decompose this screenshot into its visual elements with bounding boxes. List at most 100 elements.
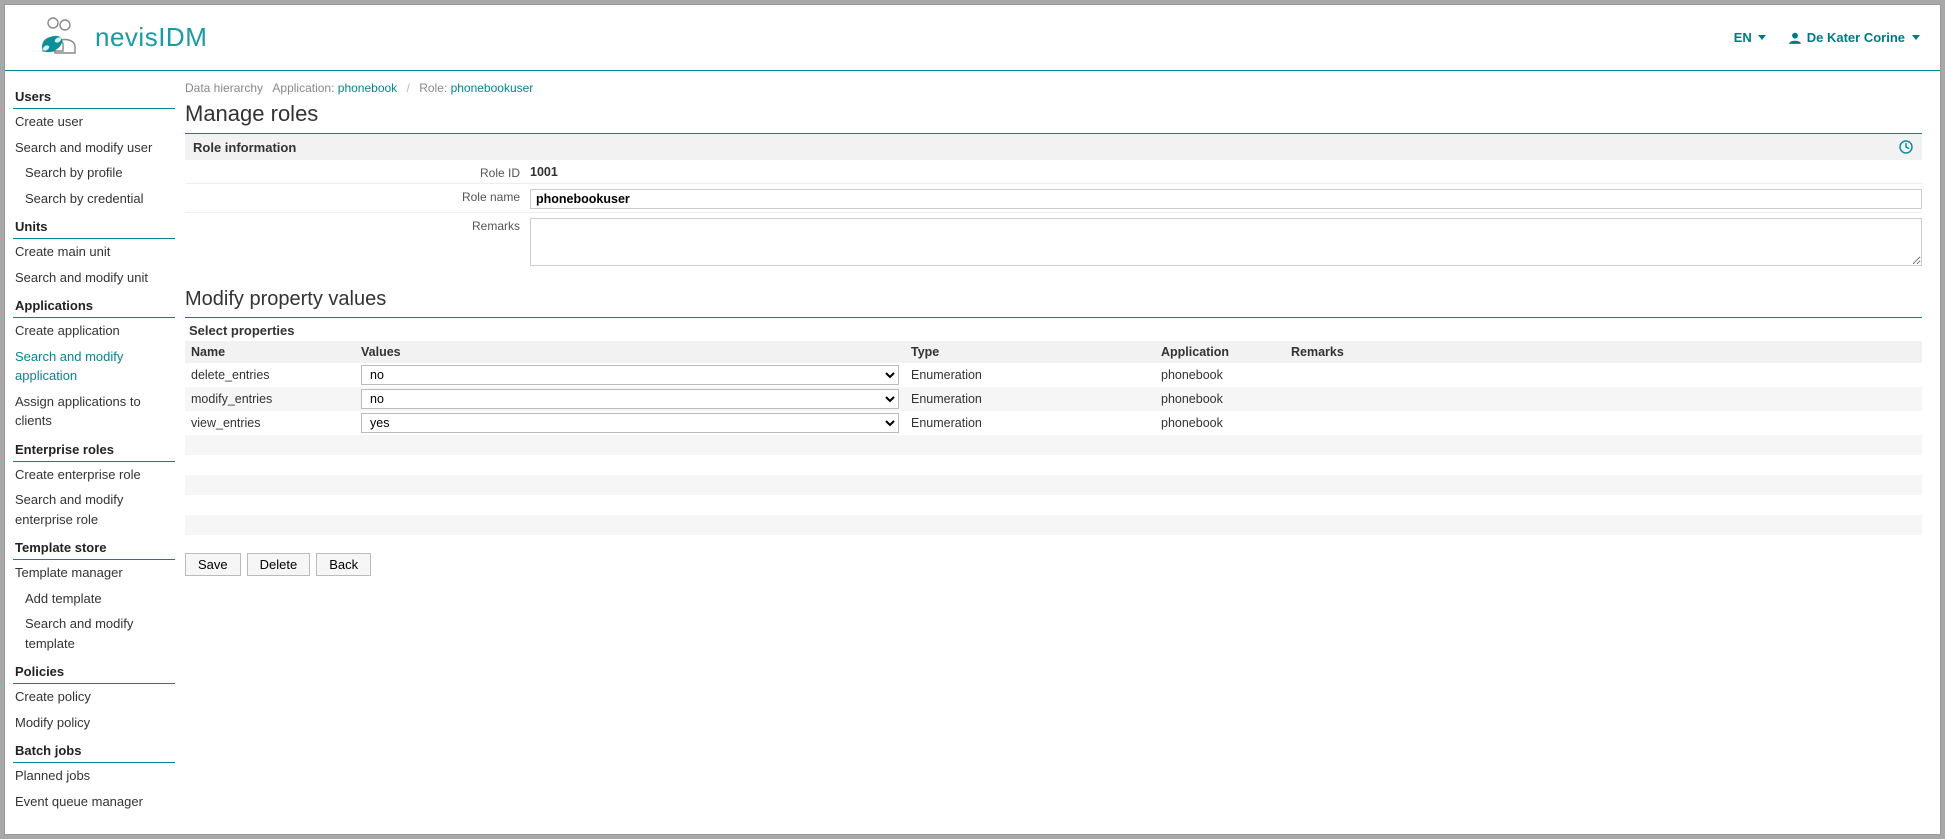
sidebar-group-title: Policies xyxy=(13,660,175,684)
sidebar-item[interactable]: Search and modify user xyxy=(13,135,175,161)
col-name: Name xyxy=(185,341,355,363)
properties-header-row: Name Values Type Application Remarks xyxy=(185,341,1922,363)
table-row xyxy=(185,515,1922,535)
prop-name: modify_entries xyxy=(185,387,355,411)
prop-type: Enumeration xyxy=(905,363,1155,387)
sidebar-item[interactable]: Search and modify application xyxy=(13,344,175,389)
user-name: De Kater Corine xyxy=(1807,30,1905,45)
prop-application: phonebook xyxy=(1155,387,1285,411)
table-row xyxy=(185,475,1922,495)
col-remarks: Remarks xyxy=(1285,341,1922,363)
user-icon xyxy=(1788,31,1802,45)
prop-remarks xyxy=(1285,411,1922,435)
delete-button[interactable]: Delete xyxy=(247,553,311,576)
role-information-label: Role information xyxy=(193,140,296,155)
prop-remarks xyxy=(1285,387,1922,411)
table-row: modify_entries no Enumerationphonebook xyxy=(185,387,1922,411)
page-title: Manage roles xyxy=(185,101,1922,127)
header-right: EN De Kater Corine xyxy=(1734,30,1920,45)
sidebar-group-title: Template store xyxy=(13,536,175,560)
col-values: Values xyxy=(355,341,905,363)
sidebar-item[interactable]: Create application xyxy=(13,318,175,344)
sidebar-item[interactable]: Modify policy xyxy=(13,710,175,736)
table-row xyxy=(185,435,1922,455)
sidebar-item[interactable]: Create policy xyxy=(13,684,175,710)
layout: UsersCreate userSearch and modify userSe… xyxy=(5,71,1940,834)
form-row-remarks: Remarks xyxy=(185,213,1922,272)
back-button[interactable]: Back xyxy=(316,553,371,576)
sidebar-item[interactable]: Create main unit xyxy=(13,239,175,265)
sidebar-item[interactable]: Search by profile xyxy=(13,160,175,186)
breadcrumb: Data hierarchy Application: phonebook / … xyxy=(185,79,1922,99)
sidebar-item[interactable]: Search and modify template xyxy=(13,611,175,656)
sidebar-group-title: Enterprise roles xyxy=(13,438,175,462)
sidebar-item[interactable]: Create user xyxy=(13,109,175,135)
form-row-role-id: Role ID 1001 xyxy=(185,160,1922,184)
select-properties-header: Select properties xyxy=(185,317,1922,341)
prop-value-cell: yes xyxy=(355,411,905,435)
table-row: delete_entries no Enumerationphonebook xyxy=(185,363,1922,387)
language-selector[interactable]: EN xyxy=(1734,30,1766,45)
breadcrumb-app-link[interactable]: phonebook xyxy=(338,81,397,95)
role-id-label: Role ID xyxy=(185,163,530,180)
app-frame: nevisIDM EN De Kater Corine UsersCreate … xyxy=(4,4,1941,835)
prop-value-select[interactable]: no xyxy=(361,389,899,409)
user-menu[interactable]: De Kater Corine xyxy=(1788,30,1920,45)
col-type: Type xyxy=(905,341,1155,363)
sidebar-item[interactable]: Add template xyxy=(13,586,175,612)
breadcrumb-role-label: Role: xyxy=(419,81,447,95)
table-row xyxy=(185,495,1922,515)
sidebar: UsersCreate userSearch and modify userSe… xyxy=(5,71,175,834)
sidebar-group-title: Batch jobs xyxy=(13,739,175,763)
sidebar-item[interactable]: Template manager xyxy=(13,560,175,586)
prop-value-cell: no xyxy=(355,387,905,411)
prop-value-cell: no xyxy=(355,363,905,387)
chevron-down-icon xyxy=(1912,35,1920,40)
col-application: Application xyxy=(1155,341,1285,363)
sidebar-item[interactable]: Search and modify enterprise role xyxy=(13,487,175,532)
role-name-label: Role name xyxy=(185,187,530,204)
sidebar-item[interactable]: Create enterprise role xyxy=(13,462,175,488)
sidebar-item[interactable]: Search by credential xyxy=(13,186,175,212)
language-label: EN xyxy=(1734,30,1752,45)
brand-logo-icon xyxy=(35,15,81,60)
brand: nevisIDM xyxy=(35,15,207,60)
sidebar-group-title: Users xyxy=(13,85,175,109)
prop-value-select[interactable]: yes xyxy=(361,413,899,433)
form-row-role-name: Role name xyxy=(185,184,1922,213)
prop-name: delete_entries xyxy=(185,363,355,387)
prop-remarks xyxy=(1285,363,1922,387)
role-id-value: 1001 xyxy=(530,163,1922,179)
select-properties-label: Select properties xyxy=(189,323,295,338)
modify-property-values-title: Modify property values xyxy=(185,288,1922,311)
remarks-label: Remarks xyxy=(185,216,530,233)
sidebar-group-title: Units xyxy=(13,215,175,239)
history-icon[interactable] xyxy=(1898,139,1914,155)
prop-type: Enumeration xyxy=(905,411,1155,435)
role-name-input[interactable] xyxy=(530,189,1922,209)
header: nevisIDM EN De Kater Corine xyxy=(5,5,1940,71)
breadcrumb-root: Data hierarchy xyxy=(185,81,263,95)
role-information-header: Role information xyxy=(185,133,1922,160)
breadcrumb-role-link[interactable]: phonebookuser xyxy=(451,81,534,95)
content: Data hierarchy Application: phonebook / … xyxy=(175,71,1940,834)
sidebar-item[interactable]: Search and modify unit xyxy=(13,265,175,291)
sidebar-item[interactable]: Event queue manager xyxy=(13,789,175,815)
sidebar-item[interactable]: Planned jobs xyxy=(13,763,175,789)
breadcrumb-app-label: Application: xyxy=(272,81,334,95)
breadcrumb-separator: / xyxy=(401,81,416,95)
sidebar-item[interactable]: Assign applications to clients xyxy=(13,389,175,434)
sidebar-group-title: Applications xyxy=(13,294,175,318)
save-button[interactable]: Save xyxy=(185,553,241,576)
prop-name: view_entries xyxy=(185,411,355,435)
prop-value-select[interactable]: no xyxy=(361,365,899,385)
prop-type: Enumeration xyxy=(905,387,1155,411)
table-row: view_entries yes Enumerationphonebook xyxy=(185,411,1922,435)
button-bar: Save Delete Back xyxy=(185,553,1922,576)
brand-name: nevisIDM xyxy=(95,22,207,53)
table-row xyxy=(185,455,1922,475)
prop-application: phonebook xyxy=(1155,363,1285,387)
prop-application: phonebook xyxy=(1155,411,1285,435)
remarks-textarea[interactable] xyxy=(530,218,1922,266)
chevron-down-icon xyxy=(1758,35,1766,40)
